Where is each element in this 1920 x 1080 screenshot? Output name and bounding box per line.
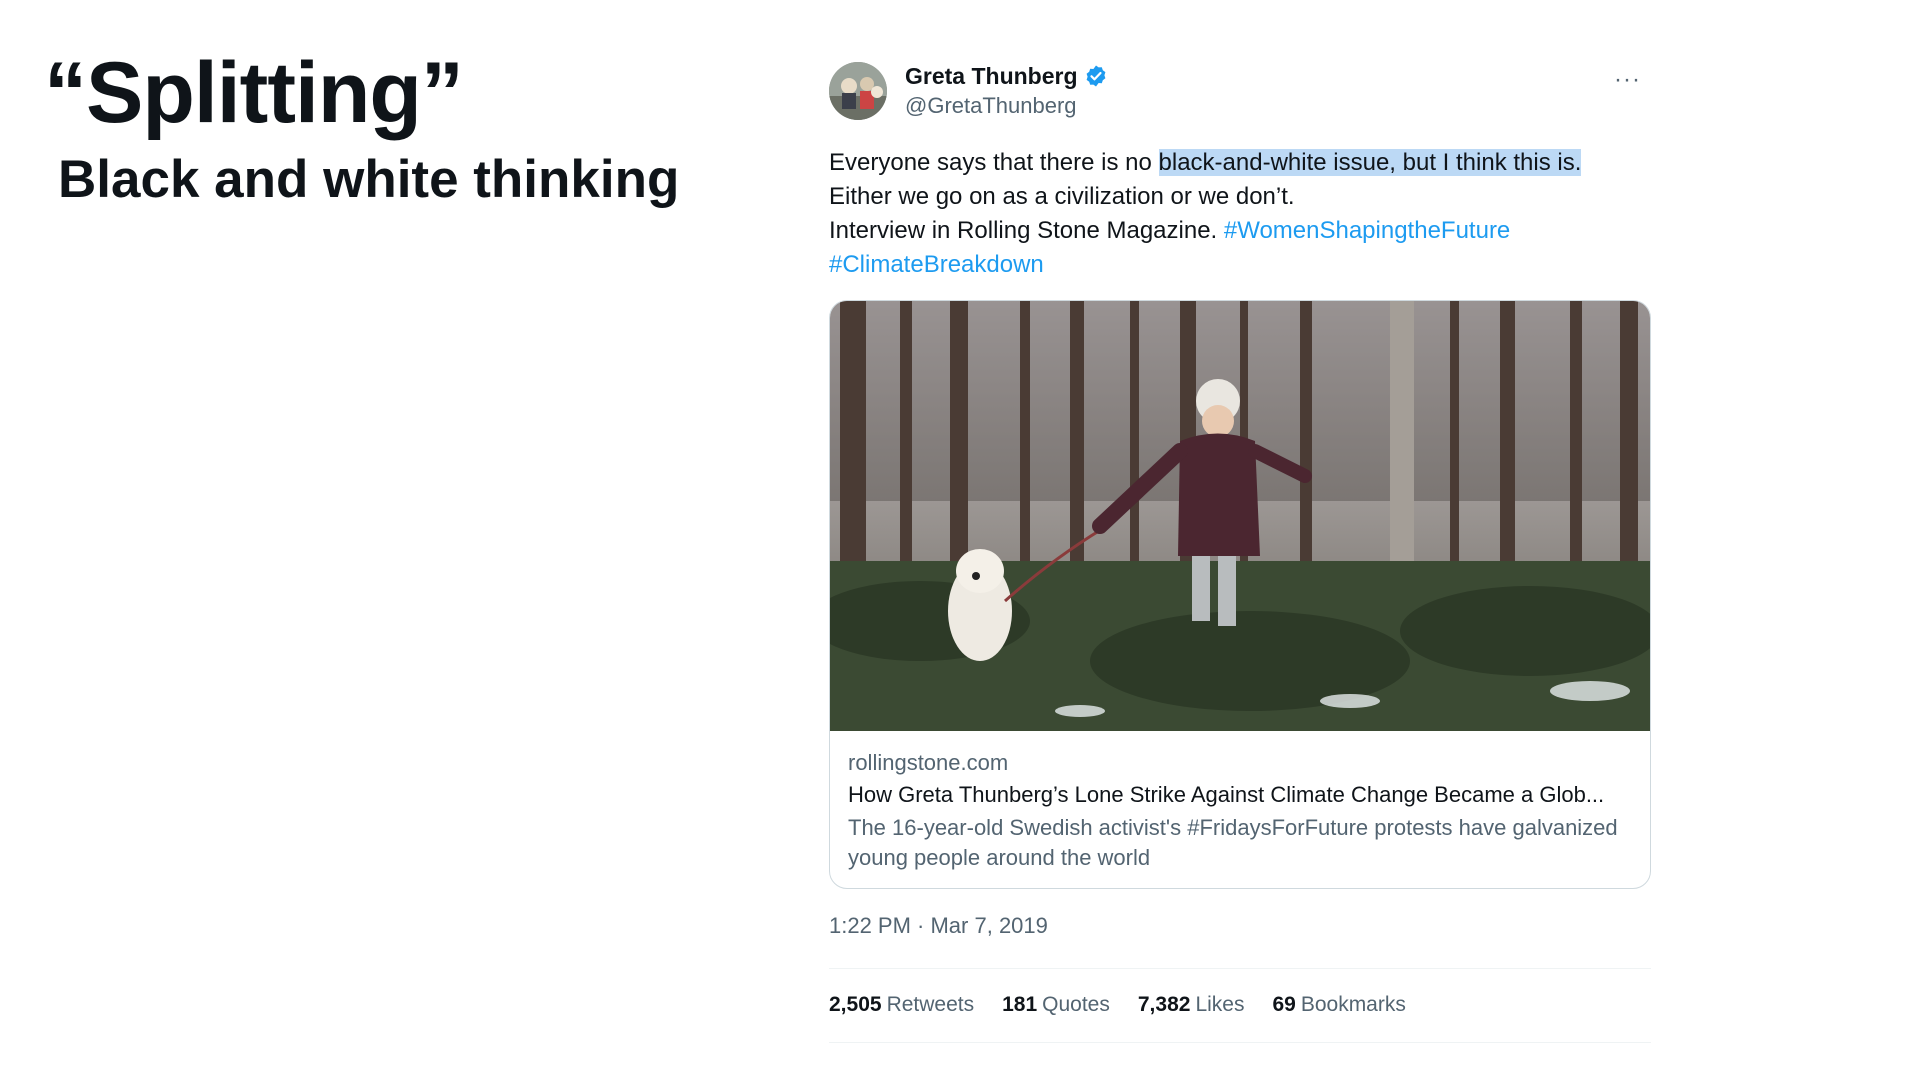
tweet-text-line: Either we go on as a civilization or we … [829, 183, 1295, 210]
stat-count: 2,505 [829, 993, 882, 1016]
slide-title: “Splitting” [44, 45, 464, 141]
stat-label: Bookmarks [1300, 993, 1406, 1016]
tweet-text-part: Everyone says that there is no [829, 149, 1159, 176]
tweet-text: Everyone says that there is no black-and… [829, 146, 1649, 282]
verified-badge-icon [1086, 65, 1105, 87]
more-options-icon[interactable]: ··· [1614, 68, 1641, 92]
stat-label: Quotes [1042, 993, 1110, 1016]
divider [829, 1042, 1651, 1043]
highlighted-text: black-and-white issue, but I think this … [1158, 149, 1582, 176]
tweet-text-line: Interview in Rolling Stone Magazine. [829, 217, 1224, 244]
stat-quotes[interactable]: 181 Quotes [1002, 993, 1110, 1017]
tweet-stats: 2,505 Retweets 181 Quotes 7,382 Likes 69 Boo… [829, 993, 1406, 1017]
stat-label: Likes [1195, 993, 1245, 1016]
stat-label: Retweets [886, 993, 975, 1016]
card-image[interactable] [830, 301, 1650, 731]
link-preview-card[interactable]: rollingstone.com How Greta Thunberg’s Lo… [829, 300, 1651, 889]
stat-count: 181 [1002, 993, 1038, 1016]
stat-bookmarks[interactable]: 69 Bookmarks [1272, 993, 1405, 1017]
card-description: The 16-year-old Swedish activist's #Frid… [848, 815, 1618, 870]
tweet-timestamp[interactable]: 1:22 PM · Mar 7, 2019 [829, 913, 1048, 939]
hashtag-link[interactable]: #ClimateBreakdown [829, 251, 1044, 278]
stat-count: 69 [1272, 993, 1296, 1016]
slide-subtitle: Black and white thinking [58, 150, 680, 209]
avatar[interactable] [829, 62, 887, 120]
display-name[interactable]: Greta Thunberg [905, 62, 1108, 90]
card-title: How Greta Thunberg’s Lone Strike Against… [848, 782, 1605, 807]
stat-retweets[interactable]: 2,505 Retweets [829, 993, 974, 1017]
display-name-text[interactable]: Greta Thunberg [905, 62, 1078, 90]
hashtag-link[interactable]: #WomenShapingtheFuture [1224, 217, 1510, 244]
divider [829, 968, 1651, 969]
card-meta: rollingstone.com How Greta Thunberg’s Lo… [830, 731, 1650, 873]
user-block: Greta Thunberg @GretaThunberg [905, 62, 1108, 120]
user-handle[interactable]: @GretaThunberg [905, 92, 1108, 120]
stat-likes[interactable]: 7,382 Likes [1138, 993, 1245, 1017]
card-domain: rollingstone.com [848, 750, 1009, 775]
stat-count: 7,382 [1137, 993, 1191, 1016]
